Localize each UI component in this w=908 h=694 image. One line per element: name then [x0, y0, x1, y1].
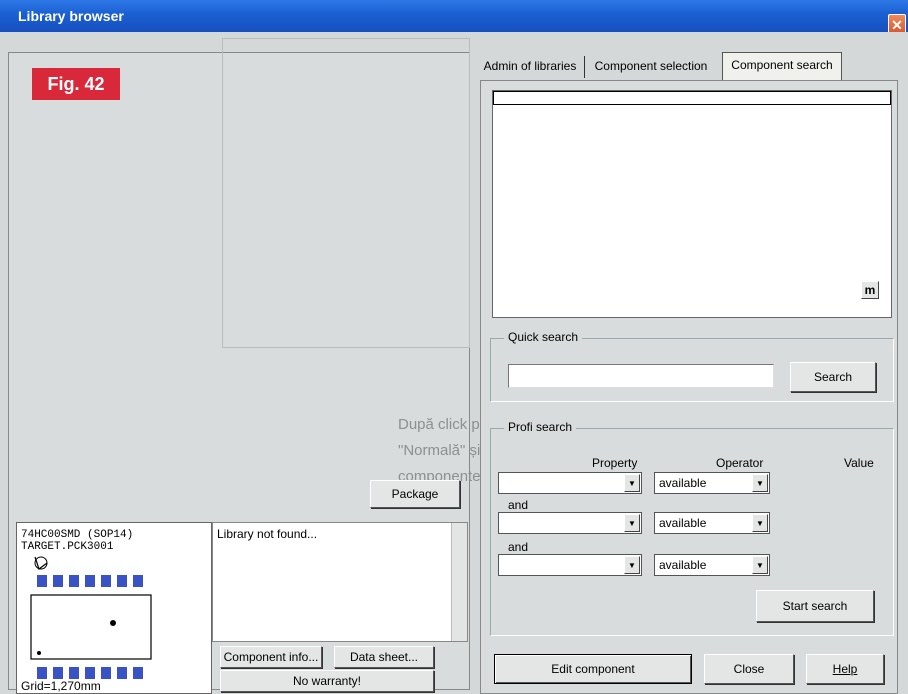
footprint-pad	[53, 575, 63, 587]
chevron-down-icon[interactable]: ▼	[624, 514, 640, 532]
window-title: Library browser	[18, 8, 124, 24]
property-select-1[interactable]: ▼	[498, 472, 642, 494]
grid-label: Grid=1,270mm	[21, 679, 101, 693]
window-titlebar: Library browser	[0, 0, 908, 32]
chevron-down-icon[interactable]: ▼	[752, 474, 768, 492]
chevron-down-icon[interactable]: ▼	[624, 556, 640, 574]
footprint-pad	[37, 667, 47, 679]
property-select-3[interactable]: ▼	[498, 554, 642, 576]
footprint-pad	[53, 667, 63, 679]
footprint-pad	[117, 575, 127, 587]
footprint-pad	[85, 667, 95, 679]
operator-select-value: available	[659, 476, 707, 490]
message-box: Library not found...	[212, 522, 468, 642]
footprint-pad	[101, 667, 111, 679]
chevron-down-icon[interactable]: ▼	[752, 556, 768, 574]
chevron-down-icon[interactable]: ▼	[752, 514, 768, 532]
search-button[interactable]: Search	[790, 362, 876, 392]
component-info-button[interactable]: Component info...	[220, 646, 322, 668]
figure-badge: Fig. 42	[32, 68, 120, 100]
m-button[interactable]: m	[861, 281, 879, 299]
footprint-pad	[85, 575, 95, 587]
message-scrollbar[interactable]	[451, 523, 467, 641]
operator-select-1[interactable]: available ▼	[654, 472, 770, 494]
tab-component-search[interactable]: Component search	[722, 52, 842, 80]
tab-admin-of-libraries[interactable]: Admin of libraries	[478, 54, 582, 78]
operator-column-header: Operator	[716, 456, 764, 470]
footprint-pad	[133, 667, 143, 679]
footprint-pad	[69, 667, 79, 679]
background-frame	[222, 38, 470, 348]
footprint-pad	[101, 575, 111, 587]
and-label: and	[508, 498, 529, 512]
quick-search-label: Quick search	[504, 330, 583, 344]
chevron-down-icon[interactable]: ▼	[624, 474, 640, 492]
package-button[interactable]: Package	[370, 480, 460, 508]
edit-component-button[interactable]: Edit component	[494, 654, 692, 684]
library-status-text: Library not found...	[217, 527, 318, 541]
property-column-header: Property	[592, 456, 638, 470]
tab-component-selection[interactable]: Component selection	[586, 54, 716, 78]
value-column-header: Value	[844, 456, 874, 470]
results-header-field[interactable]	[493, 91, 891, 105]
property-select-2[interactable]: ▼	[498, 512, 642, 534]
data-sheet-button[interactable]: Data sheet...	[334, 646, 434, 668]
quick-search-input[interactable]	[508, 364, 774, 388]
close-button[interactable]: Close	[704, 654, 794, 684]
operator-select-value: available	[659, 516, 707, 530]
footprint-pad	[37, 575, 47, 587]
start-search-button[interactable]: Start search	[756, 590, 874, 622]
operator-select-2[interactable]: available ▼	[654, 512, 770, 534]
no-warranty-button[interactable]: No warranty!	[220, 670, 434, 692]
package-preview: 74HC00SMD (SOP14) TARGET.PCK3001 Grid=1,…	[16, 522, 212, 694]
profi-search-label: Profi search	[504, 420, 577, 434]
footprint-pad	[69, 575, 79, 587]
footprint-pad	[117, 667, 127, 679]
tab-strip: Admin of libraries Component selection C…	[478, 52, 898, 80]
and-label: and	[508, 540, 529, 554]
help-button[interactable]: Help	[806, 654, 884, 684]
operator-select-value: available	[659, 558, 707, 572]
search-results-list[interactable]: m	[492, 90, 892, 318]
footprint-pad	[133, 575, 143, 587]
tab-separator	[584, 56, 585, 78]
operator-select-3[interactable]: available ▼	[654, 554, 770, 576]
